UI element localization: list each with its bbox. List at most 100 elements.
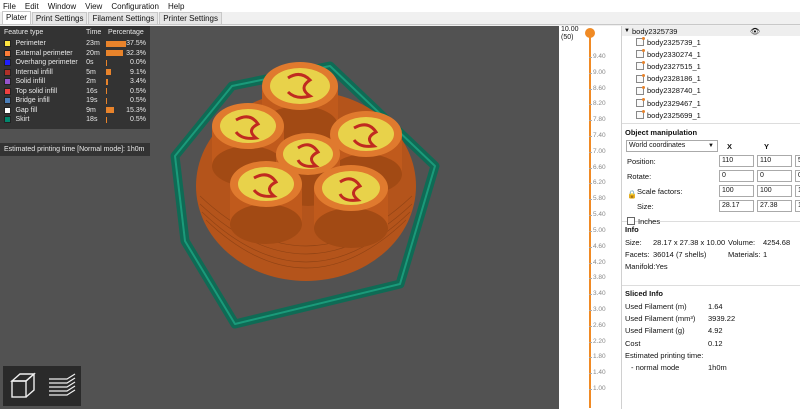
tab-printer-settings[interactable]: Printer Settings (159, 12, 222, 24)
legend-percentage: 37.5% (126, 40, 147, 48)
sliced-row-label: Used Filament (m) (625, 302, 687, 311)
object-list-item[interactable]: body2329467_1 (622, 97, 800, 109)
legend-swatch (4, 106, 12, 114)
object-item-name: body2325739_1 (647, 37, 701, 47)
object-root-row[interactable]: ▼ body2325739 👁 (622, 26, 800, 36)
legend-bar (106, 78, 124, 85)
menu-view[interactable]: View (85, 2, 102, 11)
legend-feature-name: Perimeter (15, 40, 46, 48)
info-facets-value: 36014 (7 shells) (653, 250, 707, 259)
legend-percentage: 15.3% (126, 106, 147, 114)
info-manifold: Manifold:Yes (625, 262, 668, 271)
sliced-info-row: Used Filament (mm³) 3939.22 (622, 312, 800, 324)
object-list-item[interactable]: body2330274_1 (622, 48, 800, 60)
legend-row: Perimeter 23m 37.5% (4, 39, 146, 49)
eye-icon[interactable]: 👁 (750, 27, 760, 36)
sliced-info-panel: Sliced Info Used Filament (m) 1.64 Used Fi… (622, 286, 800, 373)
sliced-est-label: Estimated printing time: (625, 350, 704, 360)
size-z-field[interactable]: 10 (795, 200, 800, 212)
slider-top-value: 10.00 (50) (561, 26, 579, 42)
legend-bar-fill (106, 97, 108, 104)
tab-filament-settings[interactable]: Filament Settings (88, 12, 159, 24)
position-z-field[interactable]: 5 (795, 155, 800, 167)
scale-x-field[interactable]: 100 (719, 185, 754, 197)
scale-z-field[interactable]: 10 (795, 185, 800, 197)
rotate-z-field[interactable]: 0 (795, 170, 800, 182)
rotate-y-field[interactable]: 0 (757, 170, 792, 182)
layers-view-icon[interactable] (45, 369, 79, 403)
menu-edit[interactable]: Edit (25, 2, 39, 11)
lock-icon[interactable]: 🔒 (627, 190, 637, 199)
axis-x-header: X (727, 142, 733, 151)
size-y-field[interactable]: 27.38 (757, 200, 792, 212)
legend-percentage: 9.1% (130, 68, 147, 76)
legend-bar (106, 69, 124, 76)
legend-time: 18s (86, 116, 98, 124)
legend-swatch (4, 97, 12, 105)
legend-percentage: 0.5% (130, 97, 147, 105)
slider-tick-label: 1.40 (589, 369, 606, 377)
slider-tick-label: 1.00 (589, 385, 606, 392)
info-volume-label: Volume: (728, 238, 756, 247)
part-icon (636, 73, 645, 83)
3d-view-icon[interactable] (6, 369, 40, 403)
legend-percentage: 0.5% (130, 116, 147, 124)
position-x-field[interactable]: 110 (719, 155, 754, 167)
legend-bar-fill (106, 50, 124, 57)
legend-bar-fill (106, 59, 108, 66)
object-list-item[interactable]: body2325739_1 (622, 36, 800, 48)
slider-thumb-icon[interactable] (585, 28, 595, 38)
menu-help[interactable]: Help (168, 2, 184, 11)
menu-configuration[interactable]: Configuration (111, 2, 159, 11)
slider-tick-label: 3.80 (589, 274, 606, 282)
legend-bar (106, 116, 124, 123)
object-list-item[interactable]: body2325699_1 (622, 109, 800, 121)
slider-tick-label: 3.40 (589, 290, 606, 298)
legend-swatch (4, 87, 12, 95)
menu-window[interactable]: Window (48, 2, 76, 11)
slider-tick-label: 9.40 (589, 53, 606, 60)
legend-time: 2m (86, 78, 96, 86)
legend-time: 20m (86, 49, 100, 57)
info-materials-label: Materials: (728, 250, 761, 259)
collapse-arrow-icon[interactable]: ▼ (624, 28, 632, 34)
legend-time: 9m (86, 106, 96, 114)
layer-slider[interactable]: 10.00 (50) 9.40 9.00 8.60 8.20 7.80 7.40 7.00 6… (559, 26, 621, 409)
coordinate-system-select[interactable]: World coordinates ▼ (626, 140, 718, 152)
info-volume-value: 4254.68 (763, 238, 791, 247)
position-y-field[interactable]: 110 (757, 155, 792, 167)
tab-bar: Plater Print Settings Filament Settings … (0, 11, 800, 25)
menu-file[interactable]: File (3, 2, 16, 11)
tab-print-settings[interactable]: Print Settings (31, 12, 88, 24)
slider-tick-label: 6.60 (589, 163, 606, 171)
legend-feature-name: Overhang perimeter (15, 59, 78, 67)
rotate-x-field[interactable]: 0 (719, 170, 754, 182)
legend-row: Skirt 18s 0.5% (4, 115, 146, 125)
slider-tick-label: 8.20 (589, 100, 606, 108)
slider-tick-label: 7.40 (589, 132, 606, 140)
slider-tick-label: 4.60 (589, 242, 606, 250)
sliced-mode-label: - normal mode (631, 362, 680, 372)
legend-swatch (4, 40, 12, 48)
object-item-name: body2329467_1 (647, 98, 701, 108)
legend-swatch (4, 68, 12, 76)
legend-swatch (4, 116, 12, 124)
legend-feature-name: Skirt (15, 116, 30, 124)
legend-bar-fill (106, 78, 109, 85)
size-x-field[interactable]: 28.17 (719, 200, 754, 212)
legend-row: Top solid infill 16s 0.5% (4, 87, 146, 97)
tab-plater[interactable]: Plater (2, 11, 31, 24)
inches-checkbox[interactable] (627, 217, 635, 225)
scale-y-field[interactable]: 100 (757, 185, 792, 197)
legend-row: Solid infill 2m 3.4% (4, 77, 146, 87)
info-size-label: Size: (625, 238, 642, 247)
legend-swatch (4, 78, 12, 86)
legend-bar-fill (106, 116, 108, 123)
object-list-item[interactable]: body2327515_1 (622, 60, 800, 72)
object-list-item[interactable]: body2328740_1 (622, 85, 800, 97)
info-panel: Info Size: 28.17 x 27.38 x 10.00 Volume:… (622, 222, 800, 286)
slider-tick-label: 1.80 (589, 353, 606, 361)
part-icon (636, 110, 645, 120)
object-list-item[interactable]: body2328186_1 (622, 73, 800, 85)
legend-swatch (4, 49, 12, 57)
